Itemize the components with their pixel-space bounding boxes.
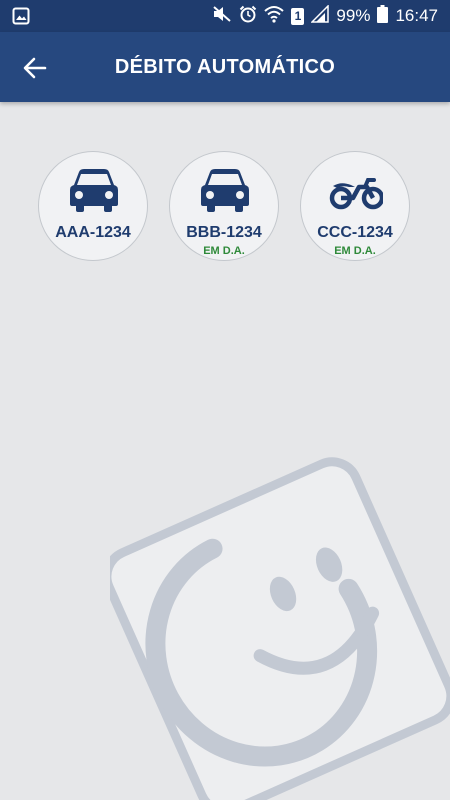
clock: 16:47: [395, 6, 438, 25]
status-bar: 1 99% 16:47: [0, 0, 450, 32]
battery-icon: [377, 4, 389, 28]
vehicle-card-aaa-1234[interactable]: AAA-1234: [38, 151, 148, 261]
vehicle-plate: CCC-1234: [317, 224, 393, 241]
image-notification-icon: [12, 7, 30, 30]
vehicle-status: EM D.A.: [203, 245, 245, 257]
vehicle-card-ccc-1234[interactable]: CCC-1234 EM D.A.: [300, 151, 410, 261]
vehicle-list: AAA-1234 BBB-1234 EM D.A. CCC-1234 EM D.…: [0, 0, 450, 261]
motorcycle-icon: [329, 178, 383, 210]
page-title: DÉBITO AUTOMÁTICO: [114, 56, 336, 78]
vehicle-status: EM D.A.: [334, 245, 376, 257]
signal-icon: [310, 3, 330, 28]
smiley-logo-icon: [110, 457, 450, 800]
vehicle-card-bbb-1234[interactable]: BBB-1234 EM D.A.: [169, 151, 279, 261]
vehicle-plate: AAA-1234: [55, 224, 131, 241]
vehicle-plate: BBB-1234: [186, 224, 262, 241]
app-bar: DÉBITO AUTOMÁTICO: [0, 32, 450, 102]
wifi-icon: [264, 5, 285, 28]
car-icon: [201, 169, 249, 212]
mute-icon: [212, 5, 232, 28]
alarm-icon: [239, 5, 257, 28]
battery-percentage: 99%: [336, 6, 371, 25]
car-icon: [70, 169, 118, 212]
sim-icon: 1: [291, 7, 305, 25]
